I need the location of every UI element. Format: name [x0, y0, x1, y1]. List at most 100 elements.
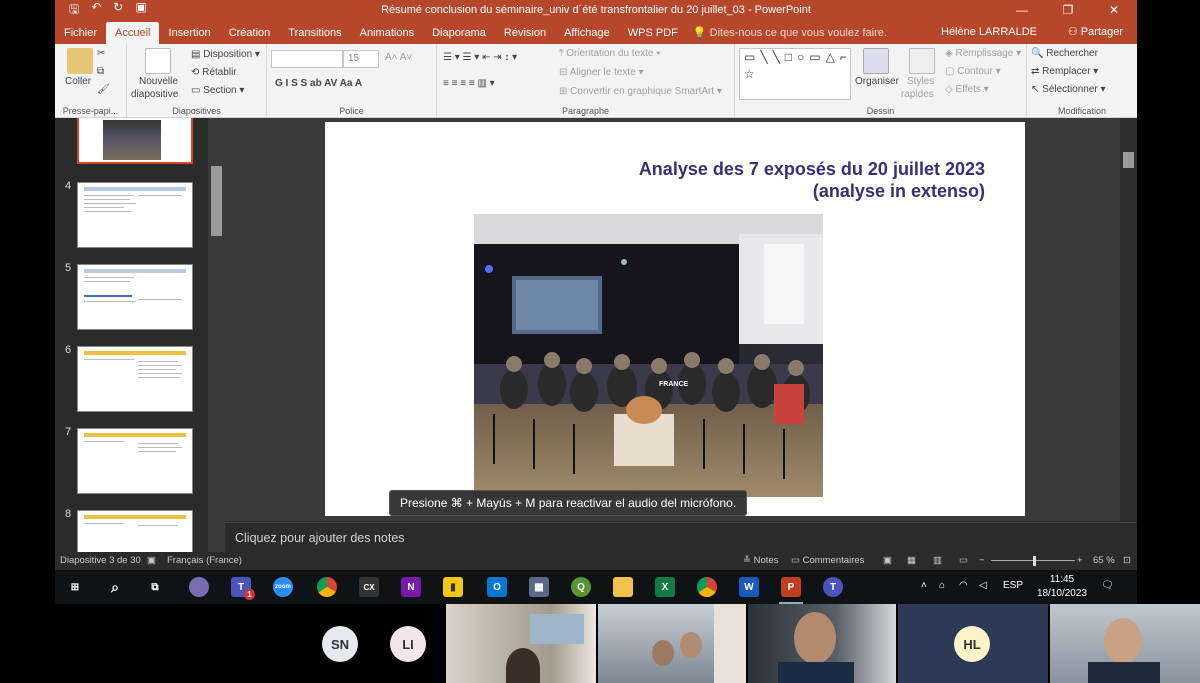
sorter-view-icon[interactable]: ▦ — [907, 552, 916, 570]
scrollbar-thumb[interactable] — [1123, 152, 1134, 168]
organiser-button[interactable]: Organiser — [855, 76, 899, 87]
windows-icon[interactable]: ⊞ — [65, 577, 85, 597]
comments-toggle[interactable]: ▭ Commentaires — [791, 552, 864, 570]
section-button[interactable]: ▭ Section ▾ — [191, 85, 244, 96]
normal-view-icon[interactable]: ▣ — [883, 552, 892, 570]
explorer-icon[interactable] — [613, 577, 633, 597]
arrange-icon[interactable] — [863, 48, 889, 74]
fit-slide-icon[interactable]: ⊡ — [1123, 552, 1131, 570]
tab-fichier[interactable]: Fichier — [55, 22, 106, 44]
minimize-button[interactable]: — — [999, 0, 1045, 20]
cut-icon[interactable]: ✂ — [97, 48, 105, 59]
notes-pane[interactable]: Cliquez pour ajouter des notes — [225, 522, 1137, 552]
thumbnail-scrollbar[interactable] — [208, 118, 225, 552]
tab-diaporama[interactable]: Diaporama — [423, 22, 495, 44]
close-button[interactable]: ✕ — [1091, 0, 1137, 20]
nouvelle-label[interactable]: Nouvelle — [139, 76, 178, 87]
tab-affichage[interactable]: Affichage — [555, 22, 619, 44]
restore-button[interactable]: ❐ — [1045, 0, 1091, 20]
app-icon[interactable] — [189, 577, 209, 597]
smartart-button[interactable]: ⊞ Convertir en graphique SmartArt ▾ — [559, 86, 722, 97]
effets-button[interactable]: ◇ Effets ▾ — [945, 84, 989, 95]
font-size-input[interactable]: 15 — [343, 50, 379, 68]
format-painter-icon[interactable]: 🖌 — [97, 84, 110, 95]
new-slide-icon[interactable] — [145, 48, 171, 74]
slideshow-view-icon[interactable]: ▭ — [959, 552, 968, 570]
taskview-icon[interactable]: ⧉ — [145, 577, 165, 597]
redo-icon[interactable]: ↻ — [113, 0, 123, 21]
slide-thumbnail-4[interactable] — [77, 182, 193, 248]
orientation-button[interactable]: ⤒ Orientation du texte ▾ — [559, 48, 660, 59]
contour-button[interactable]: ▢ Contour ▾ — [945, 66, 1001, 77]
zoom-out-button[interactable]: − — [979, 552, 985, 570]
language-status[interactable]: Français (France) — [167, 552, 242, 570]
tab-animations[interactable]: Animations — [351, 22, 423, 44]
participant-video[interactable] — [598, 604, 746, 683]
format-buttons[interactable]: G I S S ab AV Aa A — [275, 78, 362, 89]
paste-icon[interactable] — [67, 48, 93, 74]
seminar-photo[interactable]: FRANCE — [474, 214, 823, 497]
tab-insertion[interactable]: Insertion — [159, 22, 219, 44]
chrome-icon[interactable] — [317, 577, 337, 597]
copy-icon[interactable]: ⧉ — [97, 66, 104, 77]
zoom-slider-thumb[interactable] — [1033, 556, 1036, 566]
tab-accueil[interactable]: Accueil — [106, 22, 160, 44]
save-icon[interactable]: 🖫 — [69, 0, 79, 21]
zoom-in-button[interactable]: + — [1077, 552, 1083, 570]
bullets-icon[interactable]: ☰ ▾ ☰ ▾ ⇤ ⇥ ↕ ▾ — [443, 52, 517, 63]
search-icon[interactable]: ⌕ — [105, 577, 125, 597]
selectionner-button[interactable]: ↖ Sélectionner ▾ — [1031, 84, 1106, 95]
cx-icon[interactable]: CX — [359, 577, 379, 597]
font-name-input[interactable] — [271, 50, 343, 68]
rechercher-button[interactable]: 🔍 Rechercher — [1031, 48, 1098, 59]
shapes-gallery[interactable]: ▭╲╲□○▭△⌐⇨⇩⬠☐⌒↷{}☆ — [739, 48, 851, 100]
slide-title[interactable]: Analyse des 7 exposés du 20 juillet 2023… — [639, 158, 985, 202]
slide-scrollbar[interactable] — [1120, 118, 1137, 521]
quick-styles-icon[interactable] — [909, 48, 935, 74]
reading-view-icon[interactable]: ▥ — [933, 552, 942, 570]
network-icon[interactable]: ⌂ — [939, 580, 945, 591]
scrollbar-thumb[interactable] — [211, 166, 222, 236]
tab-creation[interactable]: Création — [220, 22, 280, 44]
user-name[interactable]: Hélène LARRALDE — [941, 20, 1037, 44]
tab-revision[interactable]: Révision — [495, 22, 555, 44]
undo-icon[interactable]: ↶ — [91, 0, 101, 21]
system-clock[interactable]: 11:45 18/10/2023 — [1037, 573, 1087, 601]
qgis-icon[interactable]: Q — [571, 577, 591, 597]
tab-transitions[interactable]: Transitions — [279, 22, 350, 44]
volume-icon[interactable]: ◁ — [979, 580, 987, 591]
diapositive-label[interactable]: diapositive — [131, 89, 178, 100]
powerbi-icon[interactable]: ▮ — [443, 577, 463, 597]
zoom-level[interactable]: 65 % — [1093, 552, 1115, 570]
slide-thumbnail-3[interactable] — [77, 118, 193, 164]
chrome-icon[interactable] — [697, 577, 717, 597]
participant-video[interactable] — [1050, 604, 1200, 683]
current-slide[interactable]: Analyse des 7 exposés du 20 juillet 2023… — [325, 122, 1025, 516]
tray-chevron-icon[interactable]: ˄ — [921, 580, 927, 591]
grow-font-icon[interactable]: A˄ A˅ — [385, 52, 412, 63]
onenote-icon[interactable]: N — [401, 577, 421, 597]
remplissage-button[interactable]: ◈ Remplissage ▾ — [945, 48, 1021, 59]
slide-thumbnail-7[interactable] — [77, 428, 193, 494]
retablir-button[interactable]: ⟲ Rétablir — [191, 67, 237, 78]
wifi-icon[interactable]: ◠ — [959, 580, 968, 591]
tell-me-search[interactable]: 💡 Dites-nous ce que vous voulez faire. — [693, 22, 887, 44]
language-indicator[interactable]: ESP — [1003, 580, 1023, 591]
outlook-icon[interactable]: O — [487, 577, 507, 597]
teams2-icon[interactable]: T — [823, 577, 843, 597]
powerpoint-icon[interactable]: P — [781, 577, 801, 597]
word-icon[interactable]: W — [739, 577, 759, 597]
participant-tile[interactable]: LI — [370, 604, 444, 683]
share-button[interactable]: ⚇ Partager — [1062, 22, 1129, 42]
calculator-icon[interactable]: ▦ — [529, 577, 549, 597]
disposition-button[interactable]: ▤ Disposition ▾ — [191, 49, 260, 60]
slide-thumbnail-6[interactable] — [77, 346, 193, 412]
participant-video[interactable] — [748, 604, 896, 683]
aligner-button[interactable]: ⊟ Aligner le texte ▾ — [559, 67, 644, 78]
remplacer-button[interactable]: ⇄ Remplacer ▾ — [1031, 66, 1098, 77]
notifications-icon[interactable]: 🗨 — [1101, 580, 1114, 591]
participant-video[interactable] — [446, 604, 596, 683]
styles-label[interactable]: Styles — [907, 76, 934, 87]
spellcheck-icon[interactable]: ▣ — [147, 552, 156, 570]
slide-thumbnail-8[interactable] — [77, 510, 193, 552]
